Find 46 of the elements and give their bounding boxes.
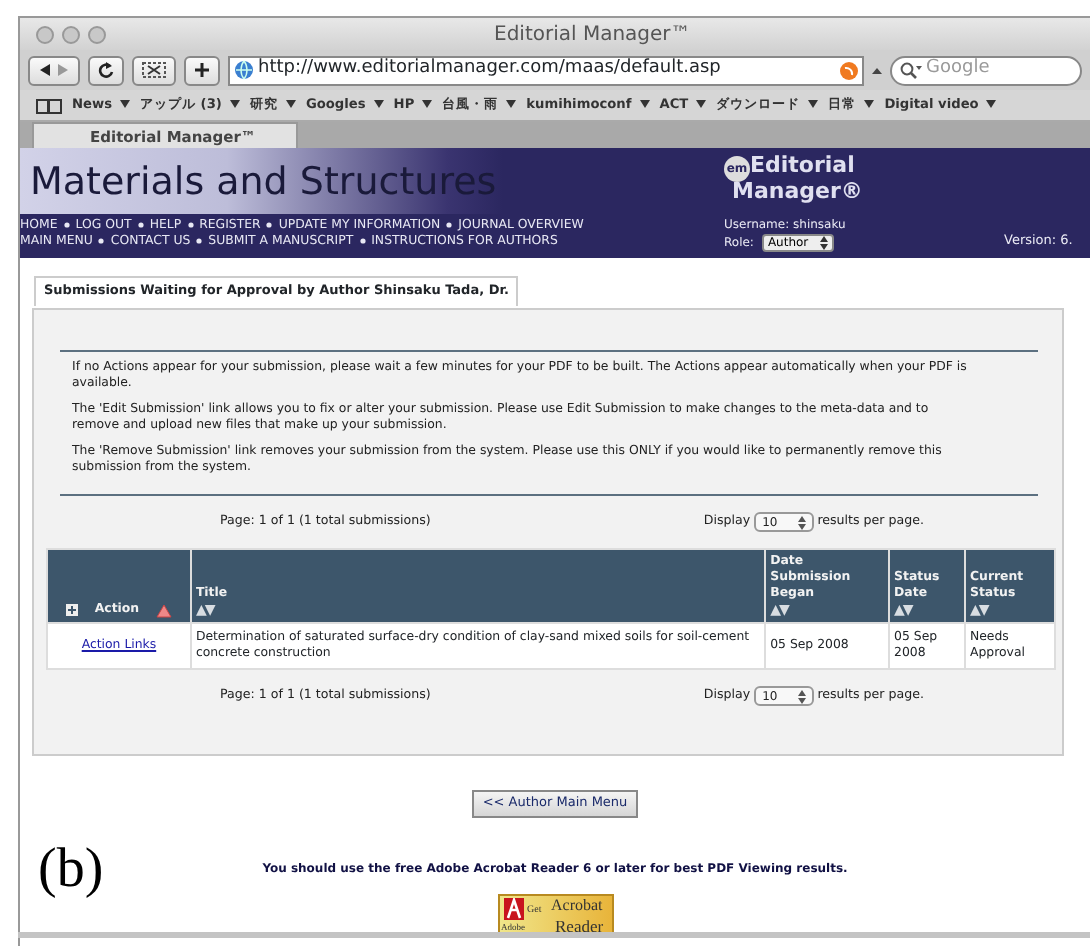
adobe-logo-icon <box>503 898 523 920</box>
stepper-icon <box>797 515 806 529</box>
logo-text: Manager® <box>732 178 863 204</box>
bullet-icon <box>63 221 70 228</box>
bullet-icon <box>446 221 453 228</box>
bullet-icon <box>137 221 144 228</box>
reload-icon <box>98 62 114 78</box>
figure-label: (b) <box>38 842 104 898</box>
caret-icon <box>422 100 433 109</box>
book-icon <box>36 97 62 113</box>
caret-icon <box>639 100 650 109</box>
caret-icon <box>229 100 240 109</box>
add-bookmark-button[interactable] <box>184 55 220 85</box>
badge-text: Reader <box>555 918 604 935</box>
plus-icon <box>194 62 210 78</box>
forward-icon <box>54 62 70 78</box>
address-field[interactable]: http://www.editorialmanager.com/maas/default.asp <box>228 55 864 85</box>
rss-icon <box>840 61 858 79</box>
caret-icon <box>285 100 296 109</box>
globe-icon <box>234 60 254 80</box>
caret-icon <box>120 100 131 109</box>
badge-text: Acrobat <box>551 898 603 914</box>
search-icon <box>900 61 922 79</box>
warning-icon <box>155 603 172 617</box>
caret-icon <box>872 65 882 75</box>
caret-icon <box>696 100 707 109</box>
scissors-icon <box>142 62 166 78</box>
caret-icon <box>506 100 517 109</box>
snapback-button[interactable] <box>132 55 176 85</box>
logo-text: Editorial <box>750 152 855 178</box>
bullet-icon <box>266 221 273 228</box>
bullet-icon <box>187 221 194 228</box>
bullet-icon <box>196 237 203 244</box>
stepper-icon <box>797 689 806 703</box>
stepper-icon <box>820 236 829 250</box>
caret-icon <box>373 100 384 109</box>
caret-icon <box>986 100 997 109</box>
window-title: Editorial Manager™ <box>494 21 691 49</box>
caret-icon <box>808 100 819 109</box>
bullet-icon <box>98 237 105 244</box>
reload-button[interactable] <box>88 55 124 85</box>
caret-icon <box>864 100 875 109</box>
expand-icon <box>66 604 79 616</box>
bullet-icon <box>359 237 366 244</box>
back-icon <box>38 62 54 78</box>
back-forward-button[interactable] <box>28 55 80 85</box>
